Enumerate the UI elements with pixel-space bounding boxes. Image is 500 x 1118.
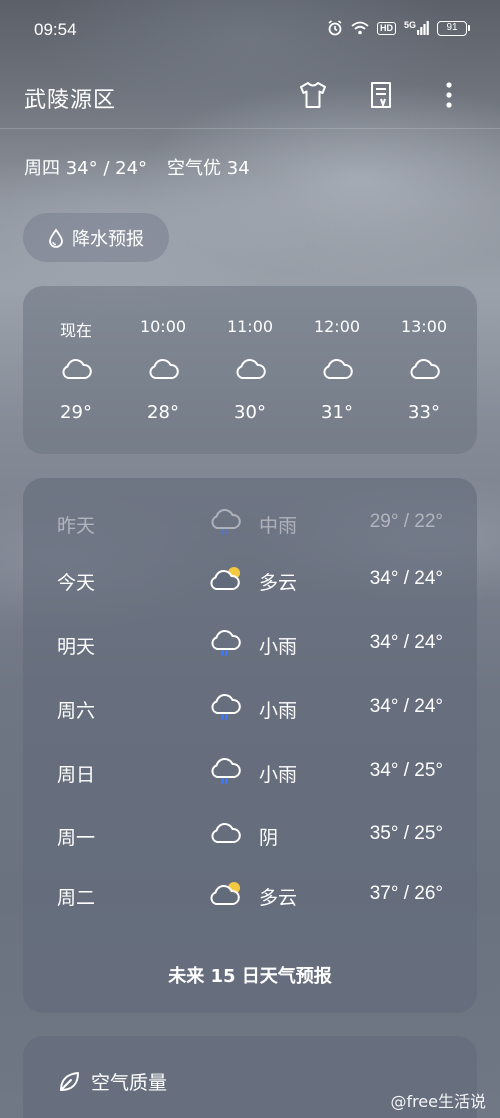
rain-cloud-icon — [211, 630, 241, 656]
day-temps: 34° / 24° — [369, 632, 443, 653]
alarm-icon — [328, 20, 342, 36]
partly-cloudy-icon — [210, 882, 240, 905]
more-button[interactable] — [432, 78, 466, 112]
hour-time: 12:00 — [313, 317, 361, 336]
daily-row-sunday[interactable]: 周日 小雨 34° / 25° — [23, 752, 477, 792]
daily-row-saturday[interactable]: 周六 小雨 34° / 24° — [23, 688, 477, 728]
hourly-item[interactable]: 11:00 30° — [210, 286, 290, 454]
day-condition: 小雨 — [259, 636, 298, 658]
day-condition: 多云 — [259, 887, 298, 909]
cloud-icon — [62, 359, 92, 379]
hourly-item[interactable]: 13:00 33° — [384, 286, 464, 454]
hourly-item[interactable]: 12:00 31° — [297, 286, 377, 454]
status-time: 09:54 — [34, 20, 77, 39]
rain-cloud-icon — [211, 758, 241, 784]
raindrop-icon — [49, 227, 63, 248]
hour-time: 11:00 — [226, 317, 274, 336]
air-summary[interactable]: 空气优 34 — [167, 154, 250, 180]
day-name: 周六 — [57, 700, 96, 722]
cloud-icon — [211, 823, 241, 843]
day-condition: 小雨 — [259, 764, 298, 786]
day-temps: 37° / 26° — [369, 883, 443, 904]
today-temps: 周四 34° / 24° — [24, 158, 148, 179]
rain-cloud-icon — [211, 509, 241, 535]
hour-temp: 29° — [60, 402, 92, 423]
document-icon — [371, 82, 391, 109]
battery-cap — [468, 25, 470, 31]
day-name: 昨天 — [57, 515, 96, 537]
day-temps: 34° / 25° — [369, 760, 443, 781]
signal-icon — [417, 21, 429, 35]
day-condition: 阴 — [259, 827, 279, 849]
hour-temp: 28° — [147, 402, 179, 423]
daily-forecast-card[interactable]: 昨天 中雨 29° / 22° 今天 多云 34° / 24° 明天 小雨 34… — [23, 478, 477, 1013]
day-name: 周二 — [57, 887, 96, 909]
hour-temp: 33° — [408, 402, 440, 423]
battery-level: 91 — [437, 20, 467, 36]
hour-time: 13:00 — [400, 317, 448, 336]
cloud-icon — [323, 359, 353, 379]
daily-row-today[interactable]: 今天 多云 34° / 24° — [23, 560, 477, 600]
day-temps: 34° / 24° — [369, 568, 443, 589]
day-condition: 多云 — [259, 572, 298, 594]
air-quality-title: 空气质量 — [57, 1068, 167, 1095]
today-summary: 周四 34° / 24° 空气优 34 — [24, 154, 250, 180]
cloud-icon — [149, 359, 179, 379]
day-name: 明天 — [57, 636, 96, 658]
rain-forecast-button[interactable]: 降水预报 — [23, 213, 169, 262]
more-vertical-icon — [446, 82, 452, 108]
news-button[interactable] — [364, 78, 398, 112]
hd-badge: HD — [376, 21, 396, 35]
rain-cloud-icon — [211, 694, 241, 720]
day-temps: 34° / 24° — [369, 696, 443, 717]
outfit-button[interactable] — [296, 78, 330, 112]
signal-indicator: 5G — [404, 21, 429, 35]
hourly-forecast-card[interactable]: 现在 29° 10:00 28° 11:00 30° 12:00 31° 13:… — [23, 286, 477, 454]
hourly-item[interactable]: 10:00 28° — [123, 286, 203, 454]
air-quality-label: 空气质量 — [91, 1072, 168, 1094]
day-name: 今天 — [57, 572, 96, 594]
partly-cloudy-icon — [210, 567, 240, 590]
daily-row-tomorrow[interactable]: 明天 小雨 34° / 24° — [23, 624, 477, 664]
battery-indicator: 91 — [437, 20, 470, 36]
day-name: 周日 — [57, 764, 96, 786]
hour-time: 10:00 — [139, 317, 187, 336]
hour-temp: 31° — [321, 402, 353, 423]
watermark: @free生活说 — [390, 1092, 486, 1111]
15-day-forecast-link[interactable]: 未来 15 日天气预报 — [23, 962, 477, 988]
tshirt-icon — [300, 82, 326, 108]
hourly-item[interactable]: 现在 29° — [36, 286, 116, 454]
rain-forecast-label: 降水预报 — [72, 228, 144, 250]
day-condition: 小雨 — [259, 700, 298, 722]
hour-temp: 30° — [234, 402, 266, 423]
cloud-icon — [236, 359, 266, 379]
hour-time: 现在 — [59, 321, 92, 340]
network-label: 5G — [403, 20, 416, 30]
day-condition: 中雨 — [259, 515, 298, 537]
daily-row-tuesday[interactable]: 周二 多云 37° / 26° — [23, 875, 477, 915]
cloud-icon — [410, 359, 440, 379]
daily-row-yesterday[interactable]: 昨天 中雨 29° / 22° — [23, 503, 477, 543]
header-divider — [0, 128, 500, 129]
day-temps: 29° / 22° — [369, 511, 443, 532]
day-temps: 35° / 25° — [369, 823, 443, 844]
status-icons: HD 5G 91 — [327, 20, 470, 36]
wifi-icon — [351, 21, 369, 35]
day-name: 周一 — [57, 827, 96, 849]
city-name[interactable]: 武陵源区 — [24, 82, 116, 114]
daily-row-monday[interactable]: 周一 阴 35° / 25° — [23, 815, 477, 855]
leaf-icon — [60, 1071, 79, 1091]
